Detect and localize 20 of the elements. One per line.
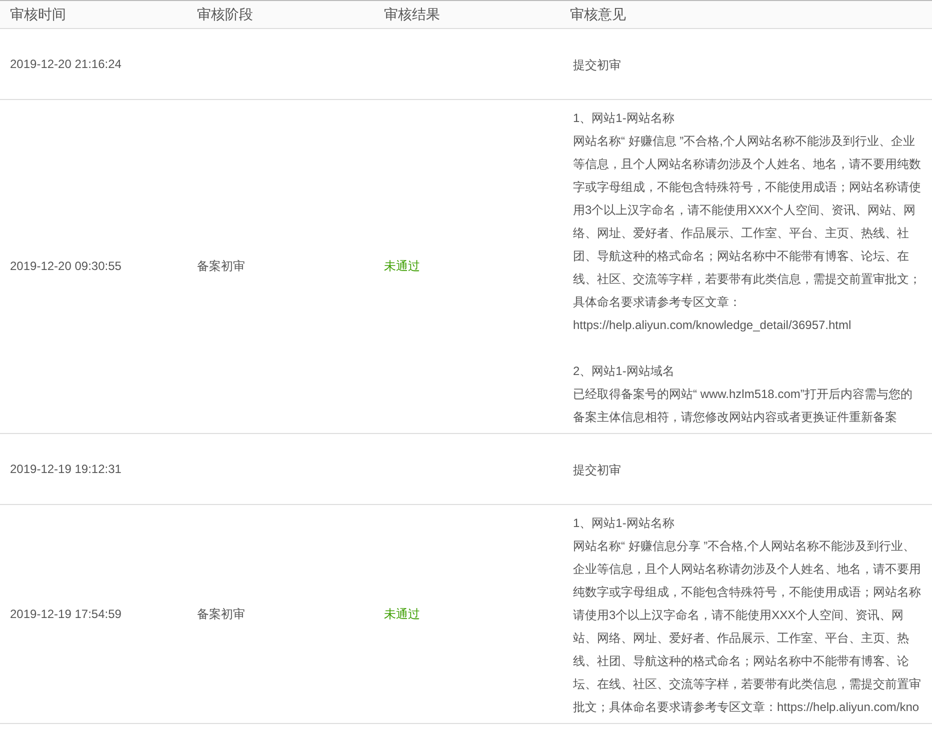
review-result: 未通过	[384, 606, 420, 620]
comment-text: 提交初审	[573, 57, 622, 74]
column-header: 审核意见	[560, 0, 932, 28]
comment-title: 1、网站1-网站名称	[573, 515, 676, 532]
review-time: 2019-12-20 21:16:24	[10, 56, 122, 70]
comment-text: 已经取得备案号的网站“ www.hzlm518.com”打开后内容需与您的备案主体信息相符，请您修改网站内容或者更换证件重新备案	[573, 386, 914, 426]
column-header: 审核阶段	[187, 0, 374, 28]
review-stage: 备案初审	[197, 259, 245, 273]
review-time: 2019-12-19 17:54:59	[10, 606, 122, 620]
comment-title: 1、网站1-网站名称	[573, 110, 676, 127]
review-time: 2019-12-19 19:12:31	[10, 462, 122, 476]
comment-text: 网站名称“ 好赚信息 ”不合格,个人网站名称不能涉及到行业、企业等信息，且个人网站名称请勿涉及个人姓名、地名，请不要用纯数字或字母组成，不能包含特殊符号，不能使用成语；网站名称请使用3个以上汉字命名，请不能使用XXX个人空间、资讯、网站、网络、网址、爱好者、作品展示、工作室、平台、主页、热线、社团、导航这种的格式命名；网站名称中不能带有博客、论坛、在线、社区、交流等字样，若要带有此类信息，需提交前置审批文；具体命名要求请参考专区文章：https://help.aliyun.com/knowledge_detail/36957.html	[573, 133, 922, 334]
column-header: 审核时间	[0, 0, 187, 28]
comment-text: 提交初审	[573, 462, 622, 479]
review-time: 2019-12-20 09:30:55	[10, 259, 122, 273]
column-header: 审核结果	[374, 0, 560, 28]
review-stage: 备案初审	[197, 606, 245, 620]
comment-title: 2、网站1-网站域名	[573, 363, 676, 380]
comment-text: 网站名称“ 好赚信息分享 ”不合格,个人网站名称不能涉及到行业、企业等信息，且个人网站名称请勿涉及个人姓名、地名，请不要用纯数字或字母组成，不能包含特殊符号，不能使用成语；网站名称请使用3个以上汉字命名，请不能使用XXX个人空间、资讯、网站、网络、网址、爱好者、作品展示、工作室、平台、主页、热线、社团、导航这种的格式命名；网站名称中不能带有博客、论坛、在线、社区、交流等字样，若要带有此类信息，需提交前置审批文；具体命名要求请参考专区文章：https://help.aliyun.com/kno	[573, 538, 922, 716]
review-result: 未通过	[384, 259, 420, 273]
